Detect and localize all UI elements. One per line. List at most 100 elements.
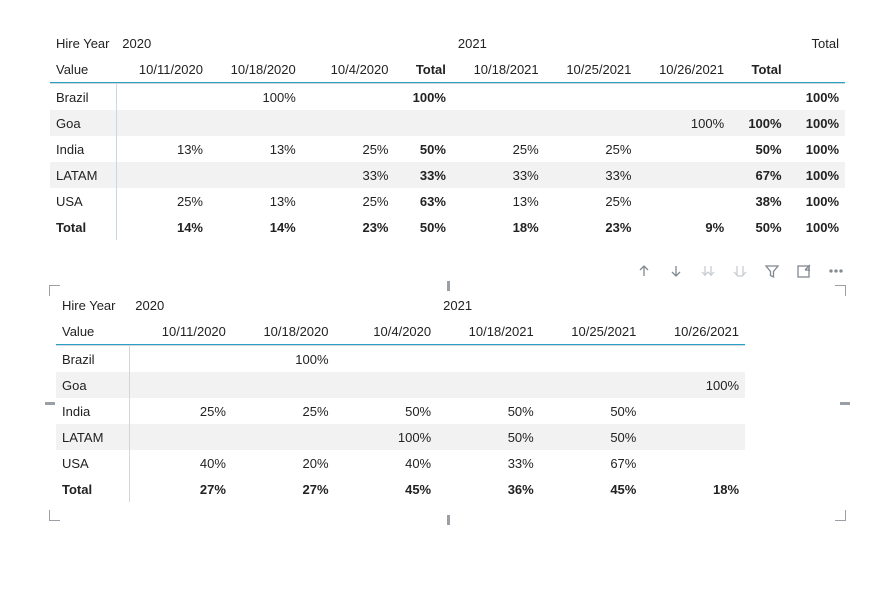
cell [642,398,745,424]
col-header-value[interactable]: Value [56,318,129,345]
cell: 36% [437,476,540,502]
cell: 100% [209,84,302,111]
drill-up-icon[interactable] [635,262,653,280]
matrix-table-1: Hire Year 2020 2021 Total Value 10/11/20… [50,30,845,240]
row-header[interactable]: India [56,398,129,424]
cell [642,346,745,373]
row-header[interactable]: Brazil [50,84,116,111]
col-header[interactable]: 10/26/2021 [637,56,730,83]
expand-next-icon[interactable] [731,262,749,280]
cell: 20% [232,450,335,476]
subtotal-cell [395,110,452,136]
cell: 50% [437,424,540,450]
cell: 9% [637,214,730,240]
subtotal-2021-header[interactable]: Total [730,56,787,83]
col-header[interactable]: 10/18/2020 [209,56,302,83]
col-header[interactable]: 10/4/2020 [335,318,438,345]
cell: 67% [540,450,643,476]
cell [545,110,638,136]
cell: 27% [129,476,232,502]
cell: 40% [129,450,232,476]
selection-handle-icon[interactable] [840,402,850,405]
drill-down-icon[interactable] [667,262,685,280]
col-header-value[interactable]: Value [50,56,116,83]
cell: 25% [302,136,395,162]
cell [116,110,209,136]
col-header[interactable]: 10/18/2021 [437,318,540,345]
col-header[interactable]: 10/18/2021 [452,56,545,83]
row-header[interactable]: LATAM [56,424,129,450]
col-header[interactable]: 10/4/2020 [302,56,395,83]
year-2021-header[interactable]: 2021 [437,292,540,318]
cell [129,346,232,373]
selection-handle-icon[interactable] [447,515,450,525]
cell: 100% [637,110,730,136]
col-header[interactable]: 10/25/2021 [545,56,638,83]
cell [209,110,302,136]
matrix-visual-2-selected[interactable]: Hire Year 2020 2021 Value 10/11/2020 10/… [50,286,845,520]
subtotal-cell: 50% [730,136,787,162]
col-header[interactable]: 10/11/2020 [129,318,232,345]
more-options-icon[interactable] [827,262,845,280]
grand-total-header[interactable]: Total [788,30,845,56]
cell: 13% [209,188,302,214]
cell [302,84,395,111]
col-header[interactable]: 10/11/2020 [116,56,209,83]
cell [637,162,730,188]
subtotal-2020-header[interactable]: Total [395,56,452,83]
cell [232,372,335,398]
cell [129,424,232,450]
cell: 25% [302,188,395,214]
matrix-table-2: Hire Year 2020 2021 Value 10/11/2020 10/… [56,292,745,502]
selection-corner-icon[interactable] [49,285,60,296]
cell: 50% [335,398,438,424]
cell: 23% [302,214,395,240]
row-header[interactable]: Goa [56,372,129,398]
subtotal-cell: 33% [395,162,452,188]
cell: 18% [642,476,745,502]
selection-handle-icon[interactable] [447,281,450,291]
year-2020-header[interactable]: 2020 [116,30,209,56]
cell: 25% [116,188,209,214]
selection-corner-icon[interactable] [835,285,846,296]
col-header[interactable]: 10/26/2021 [642,318,745,345]
subtotal-cell: 50% [730,214,787,240]
row-header[interactable]: USA [50,188,116,214]
row-header[interactable]: India [50,136,116,162]
row-header[interactable]: Goa [50,110,116,136]
cell: 100% [232,346,335,373]
focus-mode-icon[interactable] [795,262,813,280]
row-header[interactable]: Total [56,476,129,502]
total-cell: 100% [788,136,845,162]
cell [116,162,209,188]
cell [452,110,545,136]
cell [540,346,643,373]
cell: 33% [437,450,540,476]
subtotal-cell: 50% [395,136,452,162]
cell [545,84,638,111]
expand-all-icon[interactable] [699,262,717,280]
cell: 18% [452,214,545,240]
col-header-hire-year[interactable]: Hire Year [50,30,116,56]
subtotal-cell [730,84,787,111]
selection-handle-icon[interactable] [45,402,55,405]
cell: 33% [452,162,545,188]
row-header[interactable]: Brazil [56,346,129,373]
selection-corner-icon[interactable] [835,510,846,521]
col-header[interactable]: 10/25/2021 [540,318,643,345]
row-header[interactable]: LATAM [50,162,116,188]
year-2021-header[interactable]: 2021 [452,30,545,56]
cell: 50% [540,424,643,450]
matrix-visual-1[interactable]: Hire Year 2020 2021 Total Value 10/11/20… [50,30,845,240]
cell [540,372,643,398]
filter-icon[interactable] [763,262,781,280]
cell [642,450,745,476]
cell [129,372,232,398]
year-2020-header[interactable]: 2020 [129,292,232,318]
table-row: LATAM100%50%50% [56,424,745,450]
col-header[interactable]: 10/18/2020 [232,318,335,345]
col-header-hire-year[interactable]: Hire Year [56,292,129,318]
selection-corner-icon[interactable] [49,510,60,521]
row-header[interactable]: Total [50,214,116,240]
row-header[interactable]: USA [56,450,129,476]
